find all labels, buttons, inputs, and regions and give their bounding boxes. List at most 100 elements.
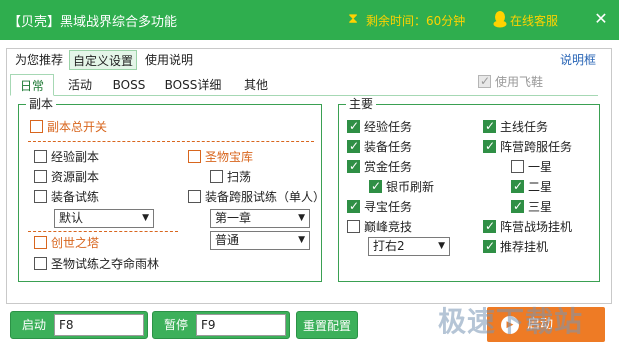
holy-vault-checkbox[interactable]: 圣物宝库 [188, 149, 253, 165]
checkbox-box [347, 199, 360, 213]
main-group-label: 主要 [346, 97, 377, 111]
checkbox-box [347, 119, 360, 133]
creation-tower-label: 创世之塔 [51, 236, 100, 250]
checkbox-box [511, 160, 524, 173]
equip-quest-checkbox[interactable]: 装备任务 [347, 139, 412, 155]
peak-arena-checkbox[interactable]: 巅峰竞技 [347, 219, 412, 235]
chevron-down-icon: ▼ [438, 241, 445, 251]
star-three-label: 三星 [528, 200, 553, 214]
star-three-checkbox[interactable]: 三星 [511, 199, 552, 215]
checkbox-box [483, 139, 496, 153]
subtab-boss[interactable]: BOSS [106, 74, 152, 96]
faction-cross-quest-checkbox[interactable]: 阵营跨服任务 [483, 139, 572, 155]
treasure-quest-checkbox[interactable]: 寻宝任务 [347, 199, 412, 215]
silver-refresh-label: 银币刷新 [386, 180, 435, 194]
resource-dungeon-label: 资源副本 [51, 170, 100, 184]
star-one-label: 一星 [528, 160, 553, 174]
equip-quest-label: 装备任务 [364, 140, 413, 154]
help-box-link[interactable]: 说明框 [560, 50, 596, 70]
faction-battle-afk-label: 阵营战场挂机 [500, 220, 573, 234]
checkbox-box [34, 170, 47, 183]
checkbox-box [369, 179, 382, 193]
checkbox-box [483, 219, 496, 233]
hourglass-icon: ⧗ [348, 11, 358, 27]
cross-server-trial-checkbox[interactable]: 装备跨服试练（单人） [188, 189, 325, 205]
remaining-time: 剩余时间：60分钟 [366, 14, 466, 28]
cross-server-trial-label: 装备跨服试练（单人） [205, 190, 326, 204]
pause-hotkey-label: 暂停 [163, 318, 188, 332]
online-service-link[interactable]: 在线客服 [510, 12, 558, 29]
checkbox-box [188, 150, 201, 163]
creation-tower-checkbox[interactable]: 创世之塔 [34, 235, 99, 251]
dashed-divider [28, 231, 178, 232]
dungeon-master-switch-label: 副本总开关 [47, 120, 108, 134]
tab-instructions[interactable]: 使用说明 [140, 50, 198, 70]
checkbox-box [34, 190, 47, 203]
pause-hotkey-field[interactable]: F9 [196, 314, 286, 336]
faction-cross-quest-label: 阵营跨服任务 [500, 140, 573, 154]
start-hotkey-field[interactable]: F8 [54, 314, 144, 336]
qq-penguin-icon[interactable] [492, 10, 508, 28]
exp-dungeon-label: 经验副本 [51, 150, 100, 164]
faction-battle-afk-checkbox[interactable]: 阵营战场挂机 [483, 219, 572, 235]
checkbox-box [210, 170, 223, 183]
holy-trial-label: 圣物试练之夺命雨林 [51, 257, 160, 271]
close-icon[interactable]: ✕ [590, 8, 612, 30]
exp-quest-label: 经验任务 [364, 120, 413, 134]
checkbox-box [34, 236, 47, 249]
equip-trial-checkbox[interactable]: 装备试练 [34, 189, 99, 205]
checkbox-box [34, 150, 47, 163]
tab-recommend[interactable]: 为您推荐 [10, 50, 68, 70]
peak-arena-select-value: 打右2 [373, 239, 405, 253]
recommend-afk-checkbox[interactable]: 推荐挂机 [483, 239, 548, 255]
exp-dungeon-checkbox[interactable]: 经验副本 [34, 149, 99, 165]
chevron-down-icon: ▼ [298, 213, 305, 223]
dungeon-master-switch-checkbox[interactable]: 副本总开关 [30, 119, 107, 135]
checkbox-box [483, 239, 496, 253]
start-hotkey-label: 启动 [21, 318, 46, 332]
checkbox-box [34, 257, 47, 270]
checkbox-box [347, 220, 360, 233]
treasure-quest-label: 寻宝任务 [364, 200, 413, 214]
holy-vault-label: 圣物宝库 [205, 150, 254, 164]
holy-trial-checkbox[interactable]: 圣物试练之夺命雨林 [34, 256, 159, 272]
checkbox-box [188, 190, 201, 203]
star-one-checkbox[interactable]: 一星 [511, 159, 552, 175]
checkbox-box [483, 119, 496, 133]
chapter-select[interactable]: 第一章 ▼ [210, 209, 310, 228]
subtab-daily[interactable]: 日常 [10, 74, 54, 96]
fly-shoes-label: 使用飞鞋 [495, 75, 544, 89]
fly-shoes-checkbox[interactable]: 使用飞鞋 [478, 74, 543, 90]
subtab-boss-detail[interactable]: BOSS详细 [158, 74, 228, 96]
checkbox-box [511, 179, 524, 193]
tab-custom-settings[interactable]: 自定义设置 [69, 50, 137, 70]
silver-refresh-checkbox[interactable]: 银币刷新 [369, 179, 434, 195]
exp-quest-checkbox[interactable]: 经验任务 [347, 119, 412, 135]
recommend-afk-label: 推荐挂机 [500, 240, 549, 254]
peak-arena-label: 巅峰竞技 [364, 220, 413, 234]
title-bar: 【贝壳】黑域战界综合多功能 ⧗ 剩余时间：60分钟 在线客服 ✕ [0, 0, 619, 40]
subtab-other[interactable]: 其他 [234, 74, 278, 96]
star-two-checkbox[interactable]: 二星 [511, 179, 552, 195]
sweep-checkbox[interactable]: 扫荡 [210, 169, 251, 185]
bounty-quest-label: 赏金任务 [364, 160, 413, 174]
resource-dungeon-checkbox[interactable]: 资源副本 [34, 169, 99, 185]
window-title: 【贝壳】黑域战界综合多功能 [8, 15, 178, 30]
reset-config-button[interactable]: 重置配置 [296, 311, 358, 339]
chapter-select-value: 第一章 [215, 211, 252, 225]
dashed-divider [28, 141, 314, 142]
checkbox-box [347, 139, 360, 153]
difficulty-select-value: 普通 [215, 233, 240, 247]
peak-arena-select[interactable]: 打右2 ▼ [368, 237, 450, 256]
checkbox-box [30, 120, 43, 133]
subtab-activity[interactable]: 活动 [58, 74, 102, 96]
sweep-label: 扫荡 [227, 170, 252, 184]
main-quest-checkbox[interactable]: 主线任务 [483, 119, 548, 135]
checkbox-box [478, 74, 491, 88]
equip-trial-select[interactable]: 默认 ▼ [54, 209, 154, 228]
star-two-label: 二星 [528, 180, 553, 194]
bounty-quest-checkbox[interactable]: 赏金任务 [347, 159, 412, 175]
checkbox-box [347, 159, 360, 173]
difficulty-select[interactable]: 普通 ▼ [210, 231, 310, 250]
checkbox-box [511, 199, 524, 213]
